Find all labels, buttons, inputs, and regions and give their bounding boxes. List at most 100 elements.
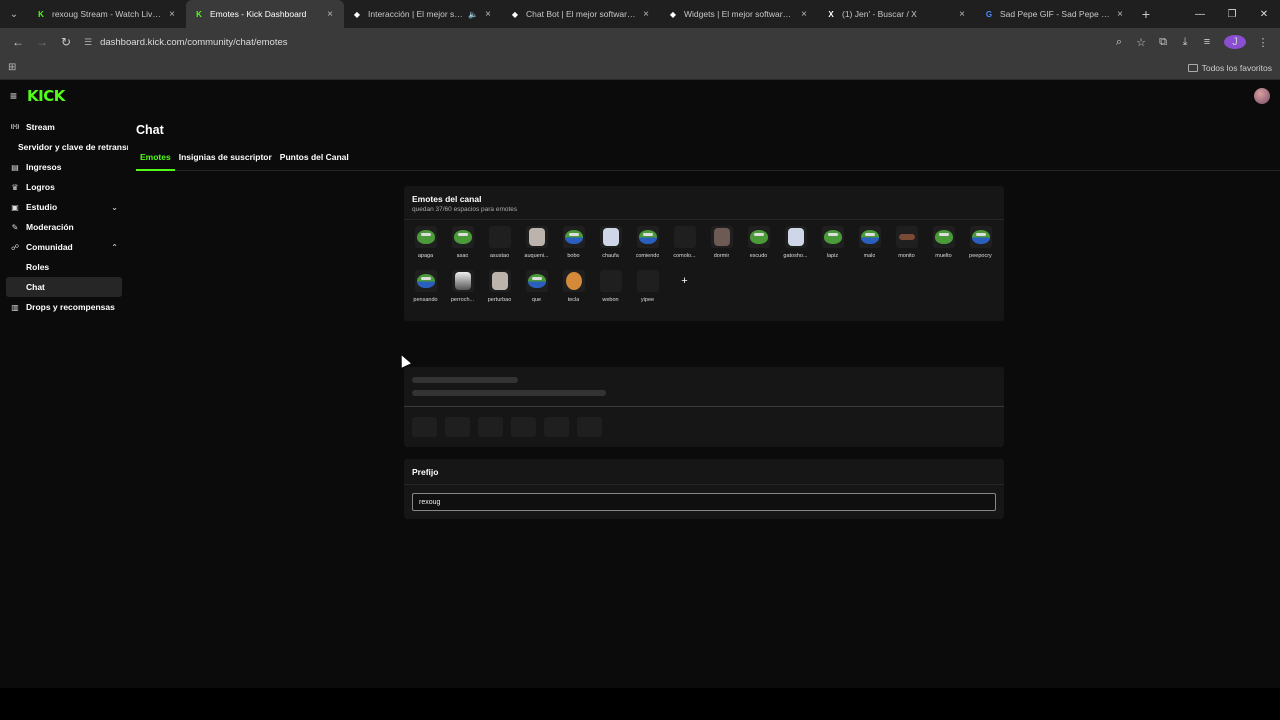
hamburger-menu-icon[interactable]: ≡ [10,89,17,103]
emote-item[interactable]: pensando [407,270,444,314]
tab-title: Widgets | El mejor software pa [684,9,794,19]
browser-tab[interactable]: Krexoug Stream - Watch Live on × [28,0,186,28]
channel-emotes-panel: Emotes del canal quedan 37/60 espacios p… [404,186,1004,321]
sidebar-item-moderación[interactable]: ✎ Moderación [0,217,128,237]
close-tab-icon[interactable]: × [798,9,810,20]
browser-tab[interactable]: X (1) Jen' - Buscar / X × [818,0,976,28]
emote-item[interactable]: chaufa [592,226,629,270]
sidebar-item-stream[interactable]: ((•)) Stream [0,117,128,137]
emote-item[interactable]: gatosho... [777,226,814,270]
emote-item[interactable]: monito [888,226,925,270]
forward-button[interactable]: → [30,30,54,54]
sidebar-item-logros[interactable]: ♛ Logros [0,177,128,197]
emote-item[interactable]: tecla [555,270,592,314]
emote-name: webon [602,297,619,303]
emote-image [451,270,474,292]
emote-name: asao [456,253,469,259]
tab-channel-points[interactable]: Puntos del Canal [276,152,353,171]
browser-tab[interactable]: ◆ Widgets | El mejor software pa × [660,0,818,28]
add-emote-button[interactable]: + [666,270,703,314]
tab-search-chevron-icon[interactable]: ⌄ [0,0,28,28]
download-icon[interactable]: ⤓ [1174,36,1196,49]
emote-item[interactable]: auqueni... [518,226,555,270]
close-window-icon[interactable]: ✕ [1248,9,1280,20]
face-emote-icon [898,234,915,240]
browser-tab[interactable]: K Emotes - Kick Dashboard × [186,0,344,28]
speaker-icon[interactable]: 🔈 [468,10,478,19]
browser-tab[interactable]: G Sad Pepe GIF - Sad Pepe Peepo × [976,0,1134,28]
emote-image [414,270,437,292]
bookmark-star-icon[interactable]: ☆ [1130,36,1152,49]
minimize-icon[interactable]: — [1184,9,1216,20]
close-tab-icon[interactable]: × [1114,9,1126,20]
prefix-panel: Prefijo [404,459,1004,519]
emote-name: monito [898,253,915,259]
prefix-input[interactable] [412,493,996,511]
users-icon: ☍ [10,242,20,252]
sidebar-item-estudio[interactable]: ▣ Estudio ⌄ [0,197,128,217]
emote-name: bobo [567,253,580,259]
emote-name: malo [863,253,876,259]
sidebar-item-label: Comunidad [26,242,73,252]
pepe-emote-icon [860,230,879,244]
emote-image [636,270,659,292]
emote-item[interactable]: perroch... [444,270,481,314]
restore-icon[interactable]: ❐ [1216,9,1248,20]
emote-item[interactable]: yipee [629,270,666,314]
emote-item[interactable]: malo [851,226,888,270]
zoom-icon[interactable]: ⌕ [1108,36,1130,49]
all-bookmarks-button[interactable]: Todos los favoritos [1187,63,1272,73]
close-tab-icon[interactable]: × [166,9,178,20]
site-info-icon[interactable]: ☰ [84,37,92,48]
emote-item[interactable]: perturbao [481,270,518,314]
tab-emotes[interactable]: Emotes [136,152,175,171]
close-tab-icon[interactable]: × [482,9,494,20]
emote-item[interactable]: webon [592,270,629,314]
browser-menu-icon[interactable]: ⋮ [1252,36,1274,49]
emote-item[interactable]: lapiz [814,226,851,270]
emote-item[interactable]: asustao [481,226,518,270]
pepe-emote-icon [749,230,768,244]
close-tab-icon[interactable]: × [324,9,336,20]
emote-name: que [531,297,542,303]
sidebar-item-roles[interactable]: Roles [0,257,128,277]
back-button[interactable]: ← [6,30,30,54]
sidebar-item-comunidad[interactable]: ☍ Comunidad ⌃ [0,237,128,257]
emote-name: auqueni... [524,253,549,259]
apps-grid-icon[interactable]: ⊞ [8,62,16,73]
emote-item[interactable]: bobo [555,226,592,270]
emote-item[interactable]: apaga [407,226,444,270]
sidebar-item-label: Chat [26,282,45,292]
tab-subscriber-badges[interactable]: Insignias de suscriptor [175,152,276,171]
chevron-down-icon[interactable]: ⌄ [111,203,118,212]
emote-item[interactable]: asao [444,226,481,270]
user-avatar[interactable] [1254,88,1270,104]
close-tab-icon[interactable]: × [640,9,652,20]
emote-image [562,270,585,292]
emote-item[interactable]: que [518,270,555,314]
extensions-icon[interactable]: ⧉ [1152,36,1174,49]
emote-item[interactable]: muelto [925,226,962,270]
emote-item[interactable]: comolo... [666,226,703,270]
sidebar-item-servidor-y-clave-de-retransmisión[interactable]: Servidor y clave de retransmisión [0,137,128,157]
sidebar-item-drops-y-recompensas[interactable]: ▥ Drops y recompensas [0,297,128,317]
emote-item[interactable]: dormir [703,226,740,270]
browser-tab[interactable]: ◆ Interacción | El mejor softw 🔈 × [344,0,502,28]
chevron-up-icon[interactable]: ⌃ [111,243,118,252]
pepe-emote-icon [638,230,657,244]
sidebar-item-ingresos[interactable]: ▤ Ingresos [0,157,128,177]
emote-item[interactable]: comiendo [629,226,666,270]
emote-item[interactable]: escudo [740,226,777,270]
close-tab-icon[interactable]: × [956,9,968,20]
emote-item[interactable]: peepocry [962,226,999,270]
profile-avatar[interactable]: J [1224,35,1246,49]
reload-button[interactable]: ↻ [54,30,78,54]
skeleton-line [412,377,518,383]
new-tab-button[interactable]: + [1134,6,1158,22]
kick-logo[interactable]: KICK [27,87,65,105]
emote-image [451,226,474,248]
browser-tab[interactable]: ◆ Chat Bot | El mejor software pa × [502,0,660,28]
address-bar[interactable]: ☰ dashboard.kick.com/community/chat/emot… [78,31,1108,53]
media-control-icon[interactable]: ≡ [1196,36,1218,48]
sidebar-item-chat[interactable]: Chat [6,277,122,297]
